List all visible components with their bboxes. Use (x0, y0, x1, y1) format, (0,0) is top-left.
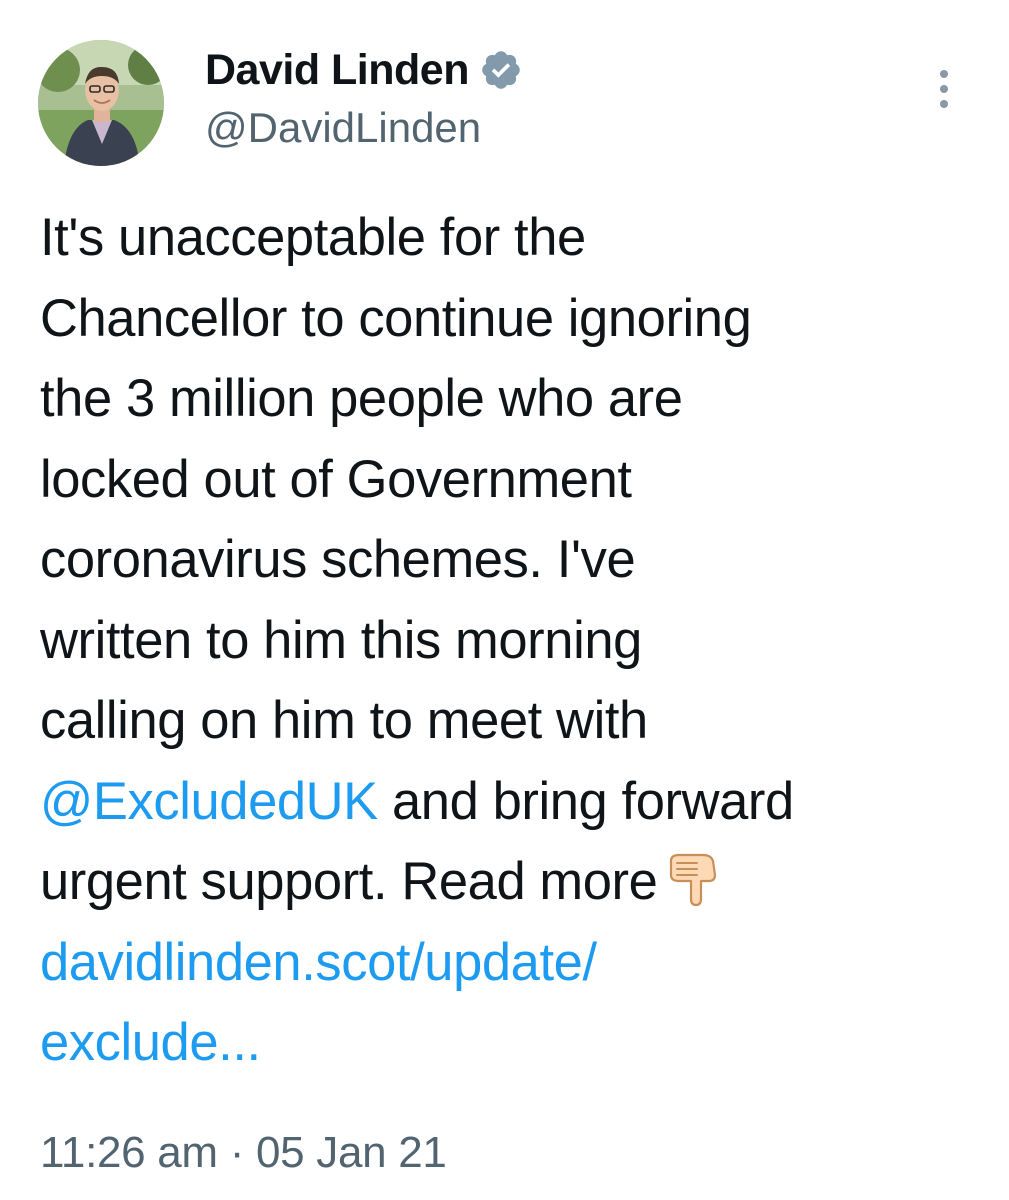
tweet-text-line: Chancellor to continue ignoring (40, 288, 752, 348)
verified-badge-icon (479, 48, 523, 92)
mention-link[interactable]: @ExcludedUK (40, 772, 378, 831)
tweet-card: David Linden @DavidLinden It's unaccepta… (0, 0, 1009, 1200)
tweet-text-fragment: urgent support. Read more (40, 852, 658, 911)
display-name[interactable]: David Linden (205, 46, 469, 95)
more-options-button[interactable] (926, 64, 962, 114)
vertical-ellipsis-icon (940, 70, 948, 108)
author-row: David Linden (205, 42, 523, 98)
tweet-text-line: calling on him to meet with (40, 691, 648, 750)
tweet-text: It's unacceptable for the Chancellor to … (40, 198, 980, 1084)
user-handle[interactable]: @DavidLinden (205, 104, 481, 152)
tweet-text-line: written to him this morning (40, 610, 642, 670)
url-link-continued[interactable]: exclude... (40, 1003, 980, 1084)
tweet-text-line: @ExcludedUK and bring forward (40, 762, 980, 843)
pointing-down-hand-icon (663, 847, 725, 909)
tweet-text-fragment: and bring forward (377, 771, 794, 831)
avatar[interactable] (38, 40, 164, 166)
tweet-text-line: the 3 million people who are (40, 369, 683, 428)
tweet-text-line: coronavirus schemes. I've (40, 530, 636, 589)
tweet-timestamp[interactable]: 11:26 am · 05 Jan 21 (40, 1128, 447, 1178)
tweet-text-line: It's unacceptable for the (40, 208, 586, 267)
tweet-text-line: locked out of Government (40, 449, 632, 509)
tweet-text-line: urgent support. Read more (40, 842, 980, 923)
url-link[interactable]: davidlinden.scot/update/ (40, 923, 980, 1004)
